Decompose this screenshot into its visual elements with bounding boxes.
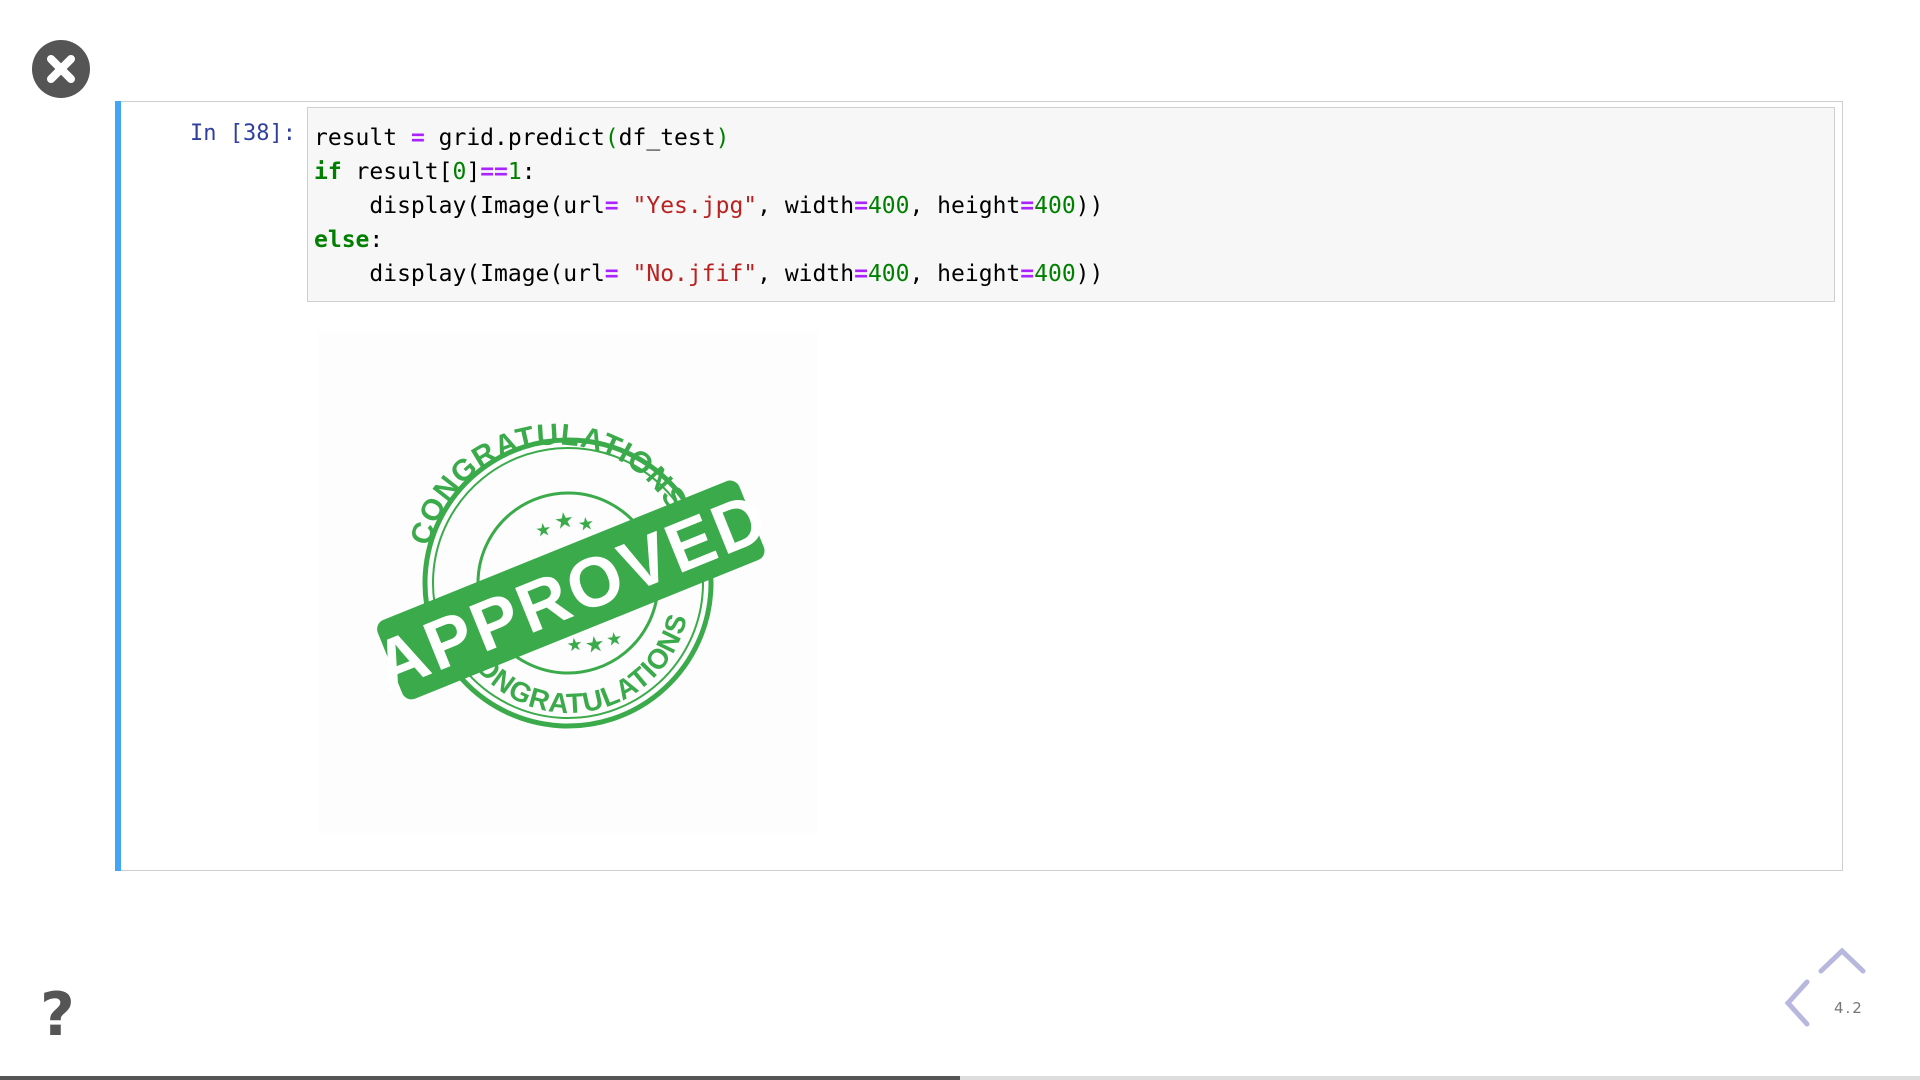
code-token: result[ xyxy=(341,159,453,185)
code-token: = xyxy=(854,193,868,219)
star-icon: ★ xyxy=(553,508,576,536)
code-token: = xyxy=(604,193,619,219)
code-token: , height xyxy=(909,193,1021,219)
question-mark-icon: ? xyxy=(40,980,75,1050)
code-line: result = grid.predict(df_test) xyxy=(314,125,729,151)
output-image: CONGRATULATIONS CONGRATULATIONS ★ ★ ★ ★ … xyxy=(318,333,818,833)
code-token: result xyxy=(314,125,411,151)
close-button[interactable] xyxy=(32,40,90,98)
code-token: if xyxy=(314,159,342,185)
code-token: 400 xyxy=(867,261,910,287)
code-token: 400 xyxy=(867,193,910,219)
code-token: 400 xyxy=(1034,261,1076,287)
slide-number: 4.2 xyxy=(1834,999,1864,1017)
star-icon: ★ xyxy=(534,519,553,542)
code-token: ( xyxy=(604,125,619,151)
code-token: == xyxy=(480,159,508,185)
code-token: display(Image(url xyxy=(314,193,605,219)
code-token: else xyxy=(314,227,370,253)
code-token: 1 xyxy=(507,159,522,185)
star-icon: ★ xyxy=(605,628,624,651)
code-token: = xyxy=(410,125,425,151)
code-token: = xyxy=(604,261,619,287)
code-token: 0 xyxy=(452,159,467,185)
code-token: df_test xyxy=(618,125,716,151)
code-token: = xyxy=(1020,261,1035,287)
code-token: = xyxy=(854,261,868,287)
approved-stamp-image: CONGRATULATIONS CONGRATULATIONS ★ ★ ★ ★ … xyxy=(364,399,780,734)
code-token: , width xyxy=(757,193,855,219)
chevron-left-icon[interactable] xyxy=(1782,978,1812,1028)
code-token: 400 xyxy=(1034,193,1076,219)
help-button[interactable]: ? xyxy=(40,985,75,1045)
progress-bar xyxy=(0,1076,1920,1080)
star-icon: ★ xyxy=(565,634,584,657)
code-token: , height xyxy=(909,261,1021,287)
code-line: else: xyxy=(314,227,383,253)
code-token: "Yes.jpg" xyxy=(632,193,758,219)
code-token: , width xyxy=(757,261,855,287)
code-token: ) xyxy=(715,125,730,151)
code-token: "No.jfif" xyxy=(632,261,758,287)
code-token: display(Image(url xyxy=(314,261,605,287)
code-token: ] xyxy=(466,159,481,185)
code-token: : xyxy=(521,159,536,185)
cell-prompt: In [38]: xyxy=(190,121,296,146)
code-line: display(Image(url= "No.jfif", width=400,… xyxy=(314,261,1103,287)
code-token: : xyxy=(369,227,384,253)
cell-selection-bar xyxy=(115,101,121,871)
progress-fill xyxy=(0,1076,960,1080)
chevron-up-icon[interactable] xyxy=(1817,945,1867,975)
code-token: )) xyxy=(1075,261,1104,287)
code-line: if result[0]==1: xyxy=(314,159,536,185)
code-token: = xyxy=(1020,193,1035,219)
close-icon xyxy=(47,55,75,83)
code-content[interactable]: result = grid.predict(df_test) if result… xyxy=(314,121,1103,291)
star-icon: ★ xyxy=(583,632,606,660)
code-token: grid.predict xyxy=(424,125,605,151)
code-token: )) xyxy=(1075,193,1104,219)
star-icon: ★ xyxy=(577,513,596,536)
code-line: display(Image(url= "Yes.jpg", width=400,… xyxy=(314,193,1103,219)
